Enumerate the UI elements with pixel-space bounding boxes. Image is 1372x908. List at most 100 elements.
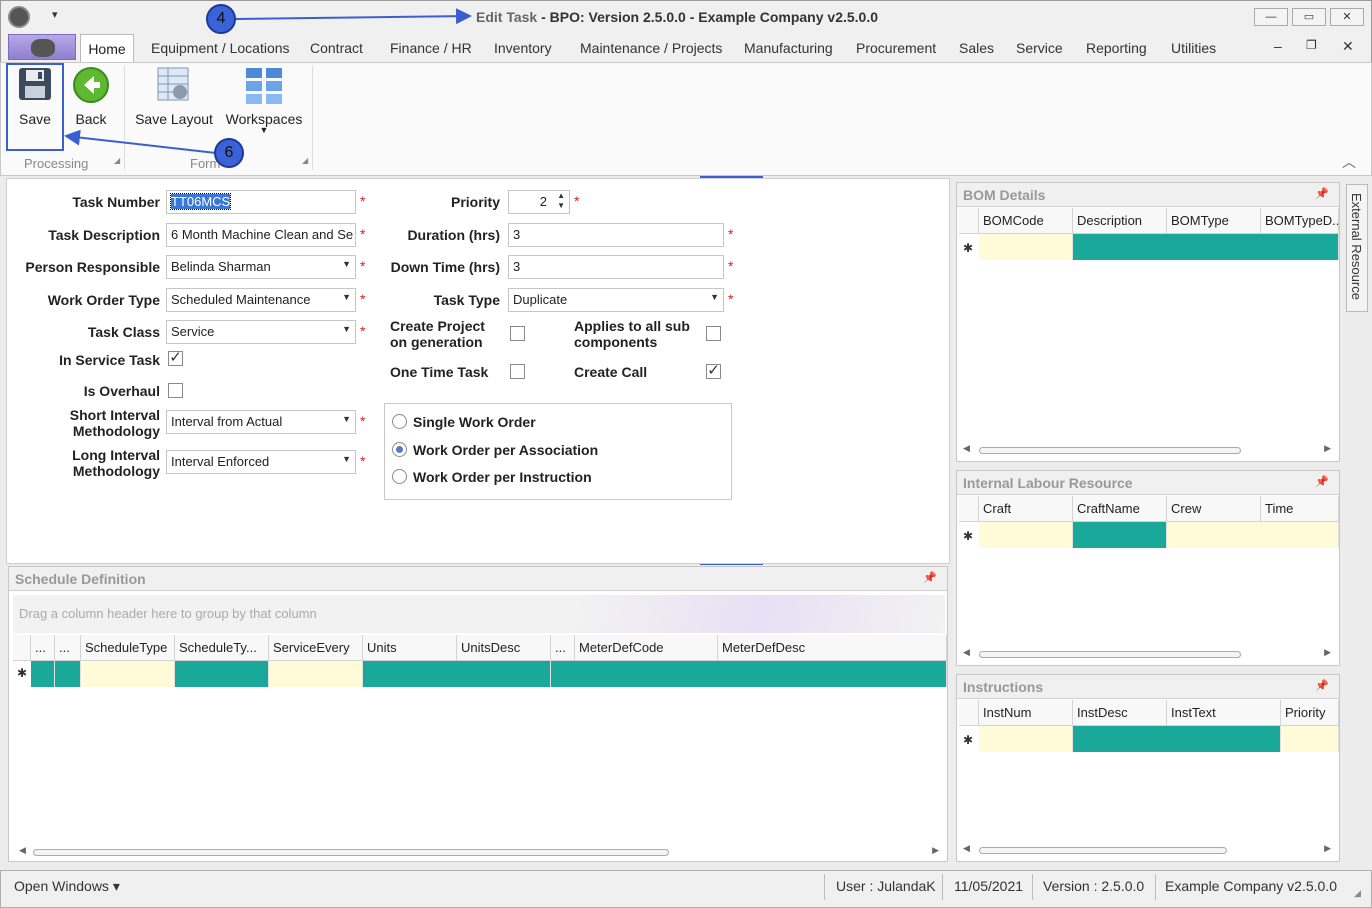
column-header[interactable]: Priority xyxy=(1281,700,1339,726)
person-responsible-label: Person Responsible xyxy=(25,259,160,275)
horizontal-scrollbar[interactable]: ◀ ▶ xyxy=(961,843,1335,857)
grid-cell[interactable] xyxy=(1073,234,1339,260)
grid-cell[interactable] xyxy=(363,661,551,687)
horizontal-scrollbar[interactable]: ◀ ▶ xyxy=(961,443,1335,457)
long-interval-select[interactable]: Interval Enforced ▼ xyxy=(166,450,356,474)
task-number-input[interactable]: TT06MCS xyxy=(166,190,356,214)
in-service-task-checkbox[interactable]: ✓ xyxy=(168,350,183,366)
column-header[interactable]: BOMCode xyxy=(979,208,1073,234)
grid-cell[interactable] xyxy=(979,726,1073,752)
work-order-type-select[interactable]: Scheduled Maintenance ▼ xyxy=(166,288,356,312)
column-header[interactable]: Craft xyxy=(979,496,1073,522)
scroll-thumb[interactable] xyxy=(979,447,1241,454)
task-number-value: TT06MCS xyxy=(169,193,232,210)
grid-cell[interactable] xyxy=(1281,726,1339,752)
grid-cell[interactable] xyxy=(175,661,269,687)
grid-cell[interactable] xyxy=(979,522,1073,548)
single-work-order-radio[interactable] xyxy=(392,414,407,429)
scroll-thumb[interactable] xyxy=(979,847,1227,854)
grid-cell[interactable] xyxy=(269,661,363,687)
resize-grip-icon[interactable]: ◢ xyxy=(1354,888,1361,899)
duration-input[interactable]: 3 xyxy=(508,223,724,247)
column-header[interactable]: ... xyxy=(551,635,575,661)
column-header[interactable]: UnitsDesc xyxy=(457,635,551,661)
short-interval-select[interactable]: Interval from Actual ▼ xyxy=(166,410,356,434)
scroll-right-icon[interactable]: ▶ xyxy=(1324,647,1331,658)
column-header[interactable]: Description xyxy=(1073,208,1167,234)
pin-icon[interactable]: 📌 xyxy=(1315,187,1329,200)
down-time-input[interactable]: 3 xyxy=(508,255,724,279)
grid-cell[interactable] xyxy=(551,661,947,687)
grid-cell[interactable] xyxy=(55,661,81,687)
horizontal-scrollbar[interactable]: ◀ ▶ xyxy=(961,647,1335,661)
is-overhaul-label: Is Overhaul xyxy=(83,383,160,399)
scroll-left-icon[interactable]: ◀ xyxy=(19,845,26,856)
chevron-down-icon: ▼ xyxy=(342,292,351,302)
grid-cell[interactable] xyxy=(1073,726,1281,752)
external-resource-tab[interactable]: External Resource xyxy=(1346,184,1368,312)
pin-icon[interactable]: 📌 xyxy=(1315,679,1329,692)
grid-cell[interactable] xyxy=(1167,522,1339,548)
column-header[interactable]: Units xyxy=(363,635,457,661)
one-time-task-checkbox[interactable] xyxy=(510,364,525,379)
work-order-per-instruction-label[interactable]: Work Order per Instruction xyxy=(413,469,592,485)
priority-spinner[interactable]: 2 ▲ ▼ xyxy=(508,190,570,214)
grid-cell[interactable] xyxy=(31,661,55,687)
grid-cell[interactable] xyxy=(81,661,175,687)
task-description-input[interactable]: 6 Month Machine Clean and Se xyxy=(166,223,356,247)
pin-icon[interactable]: 📌 xyxy=(923,571,937,584)
column-header[interactable]: MeterDefCode xyxy=(575,635,718,661)
column-header[interactable]: BOMType xyxy=(1167,208,1261,234)
applies-sub-checkbox[interactable] xyxy=(706,326,721,341)
column-header[interactable]: Crew xyxy=(1167,496,1261,522)
work-order-per-instruction-radio[interactable] xyxy=(392,469,407,484)
required-marker: * xyxy=(360,258,366,274)
priority-label: Priority xyxy=(450,194,500,210)
create-call-checkbox[interactable]: ✓ xyxy=(706,363,721,379)
column-header[interactable]: ServiceEvery xyxy=(269,635,363,661)
work-order-per-association-label[interactable]: Work Order per Association xyxy=(413,442,598,458)
column-header[interactable]: InstNum xyxy=(979,700,1073,726)
grid-cell[interactable] xyxy=(1073,522,1167,548)
scroll-left-icon[interactable]: ◀ xyxy=(963,443,970,454)
bom-title-text: BOM Details xyxy=(963,187,1046,203)
task-type-select[interactable]: Duplicate ▼ xyxy=(508,288,724,312)
column-header[interactable]: ScheduleType xyxy=(81,635,175,661)
column-header[interactable]: InstText xyxy=(1167,700,1281,726)
group-by-area[interactable]: Drag a column header here to group by th… xyxy=(13,595,945,633)
applies-sub-label: Applies to all sub xyxy=(574,318,690,334)
grid-cell[interactable] xyxy=(979,234,1073,260)
task-class-select[interactable]: Service ▼ xyxy=(166,320,356,344)
horizontal-scrollbar[interactable]: ◀ ▶ xyxy=(15,845,943,859)
column-header[interactable]: ScheduleTy... xyxy=(175,635,269,661)
scroll-thumb[interactable] xyxy=(979,651,1241,658)
spinner-arrows-icon[interactable]: ▲ ▼ xyxy=(557,191,565,211)
schedule-definition-panel: Schedule Definition 📌 Drag a column heade… xyxy=(8,566,948,862)
person-responsible-select[interactable]: Belinda Sharman ▼ xyxy=(166,255,356,279)
scroll-right-icon[interactable]: ▶ xyxy=(1324,843,1331,854)
required-marker: * xyxy=(360,193,366,209)
long-interval-label-2: Methodology xyxy=(72,463,160,479)
status-version: Version : 2.5.0.0 xyxy=(1043,878,1145,894)
column-header[interactable]: MeterDefDesc xyxy=(718,635,947,661)
work-order-per-association-radio[interactable] xyxy=(392,442,407,457)
column-header[interactable]: ... xyxy=(55,635,81,661)
is-overhaul-checkbox[interactable] xyxy=(168,383,183,398)
open-windows-button[interactable]: Open Windows ▾ xyxy=(14,878,120,895)
scroll-left-icon[interactable]: ◀ xyxy=(963,843,970,854)
scroll-left-icon[interactable]: ◀ xyxy=(963,647,970,658)
column-header[interactable]: Time xyxy=(1261,496,1339,522)
scroll-thumb[interactable] xyxy=(33,849,669,856)
column-header[interactable]: ... xyxy=(31,635,55,661)
create-project-checkbox[interactable] xyxy=(510,326,525,341)
column-header[interactable]: InstDesc xyxy=(1073,700,1167,726)
bom-details-title: BOM Details 📌 xyxy=(957,183,1339,207)
task-type-label: Task Type xyxy=(433,292,500,308)
column-header[interactable]: CraftName xyxy=(1073,496,1167,522)
pin-icon[interactable]: 📌 xyxy=(1315,475,1329,488)
single-work-order-label[interactable]: Single Work Order xyxy=(413,414,536,430)
scroll-right-icon[interactable]: ▶ xyxy=(1324,443,1331,454)
instructions-title-text: Instructions xyxy=(963,679,1044,695)
scroll-right-icon[interactable]: ▶ xyxy=(932,845,939,856)
column-header[interactable]: BOMTypeD... xyxy=(1261,208,1339,234)
